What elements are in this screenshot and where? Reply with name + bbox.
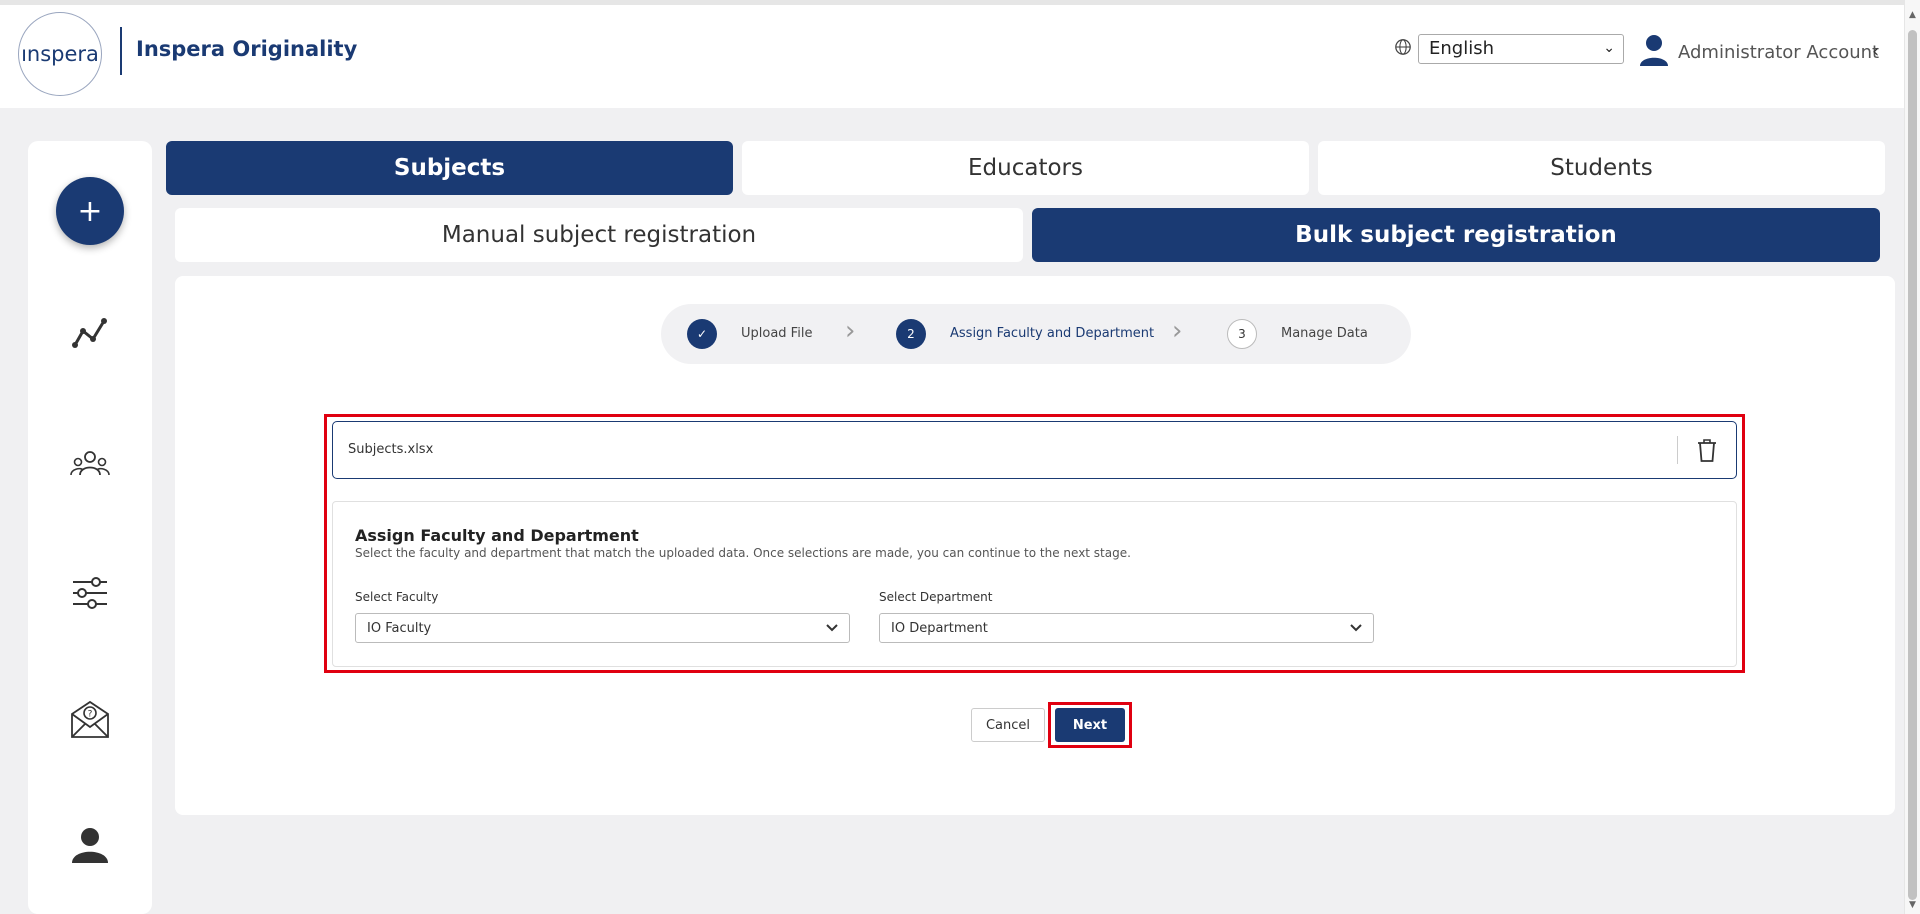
chevron-left-icon[interactable]: ‹	[1872, 41, 1879, 62]
chevron-down-icon	[826, 624, 838, 632]
svg-text:?: ?	[88, 710, 93, 720]
trash-icon[interactable]	[1696, 437, 1718, 463]
stepper: ✓ Upload File › 2 Assign Faculty and Dep…	[661, 304, 1411, 364]
language-select[interactable]: English ⌄	[1418, 34, 1624, 64]
department-select[interactable]: IO Department	[879, 613, 1374, 643]
assign-title: Assign Faculty and Department	[355, 526, 639, 545]
sidebar: + ?	[28, 141, 152, 914]
assign-faculty-panel: Assign Faculty and Department Select the…	[332, 501, 1737, 667]
inspera-logo[interactable]: ınspera	[18, 12, 102, 96]
file-name: Subjects.xlsx	[348, 442, 434, 457]
page-scrollbar[interactable]: ▲ ▼	[1904, 0, 1920, 914]
tab-subjects[interactable]: Subjects	[166, 141, 733, 195]
chevron-right-icon: ›	[845, 316, 856, 346]
chevron-down-icon	[1350, 624, 1362, 632]
next-button[interactable]: Next	[1055, 708, 1125, 742]
step-1-label: Upload File	[741, 326, 813, 341]
step-3-marker: 3	[1227, 319, 1257, 349]
help-mail-icon[interactable]: ?	[68, 697, 112, 741]
scrollbar-thumb[interactable]	[1908, 30, 1917, 900]
faculty-value: IO Faculty	[367, 621, 432, 636]
tab-manual-registration[interactable]: Manual subject registration	[175, 208, 1023, 262]
user-icon[interactable]	[1638, 33, 1670, 67]
logo-separator	[120, 27, 122, 75]
user-account-name[interactable]: Administrator Account	[1678, 42, 1879, 63]
chevron-down-icon: ⌄	[1603, 40, 1615, 56]
tab-educators[interactable]: Educators	[742, 141, 1309, 195]
step-2-marker: 2	[896, 319, 926, 349]
uploaded-file-row: Subjects.xlsx	[332, 421, 1737, 479]
users-icon[interactable]	[68, 443, 112, 487]
tab-students[interactable]: Students	[1318, 141, 1885, 195]
step-3-label: Manage Data	[1281, 326, 1368, 341]
analytics-icon[interactable]	[68, 311, 112, 355]
chevron-right-icon: ›	[1172, 316, 1183, 346]
tab-bulk-registration[interactable]: Bulk subject registration	[1032, 208, 1880, 262]
faculty-label: Select Faculty	[355, 590, 439, 604]
bulk-registration-card: ✓ Upload File › 2 Assign Faculty and Dep…	[175, 276, 1895, 815]
step-2-label: Assign Faculty and Department	[950, 326, 1155, 341]
settings-sliders-icon[interactable]	[68, 571, 112, 615]
globe-icon	[1395, 39, 1411, 55]
department-label: Select Department	[879, 590, 993, 604]
department-value: IO Department	[891, 621, 988, 636]
step-1-marker: ✓	[687, 319, 717, 349]
add-button[interactable]: +	[56, 177, 124, 245]
scroll-down-icon[interactable]: ▼	[1909, 900, 1916, 910]
faculty-select[interactable]: IO Faculty	[355, 613, 850, 643]
top-bar: ınspera Inspera Originality English ⌄ Ad…	[0, 0, 1904, 108]
language-value: English	[1429, 38, 1494, 59]
profile-icon[interactable]	[68, 823, 112, 867]
divider	[1677, 436, 1678, 464]
brand-title: Inspera Originality	[136, 37, 358, 61]
cancel-button[interactable]: Cancel	[971, 708, 1045, 742]
logo-text: ınspera	[21, 42, 99, 66]
assign-description: Select the faculty and department that m…	[355, 546, 1131, 560]
scroll-up-icon[interactable]: ▲	[1909, 10, 1916, 20]
